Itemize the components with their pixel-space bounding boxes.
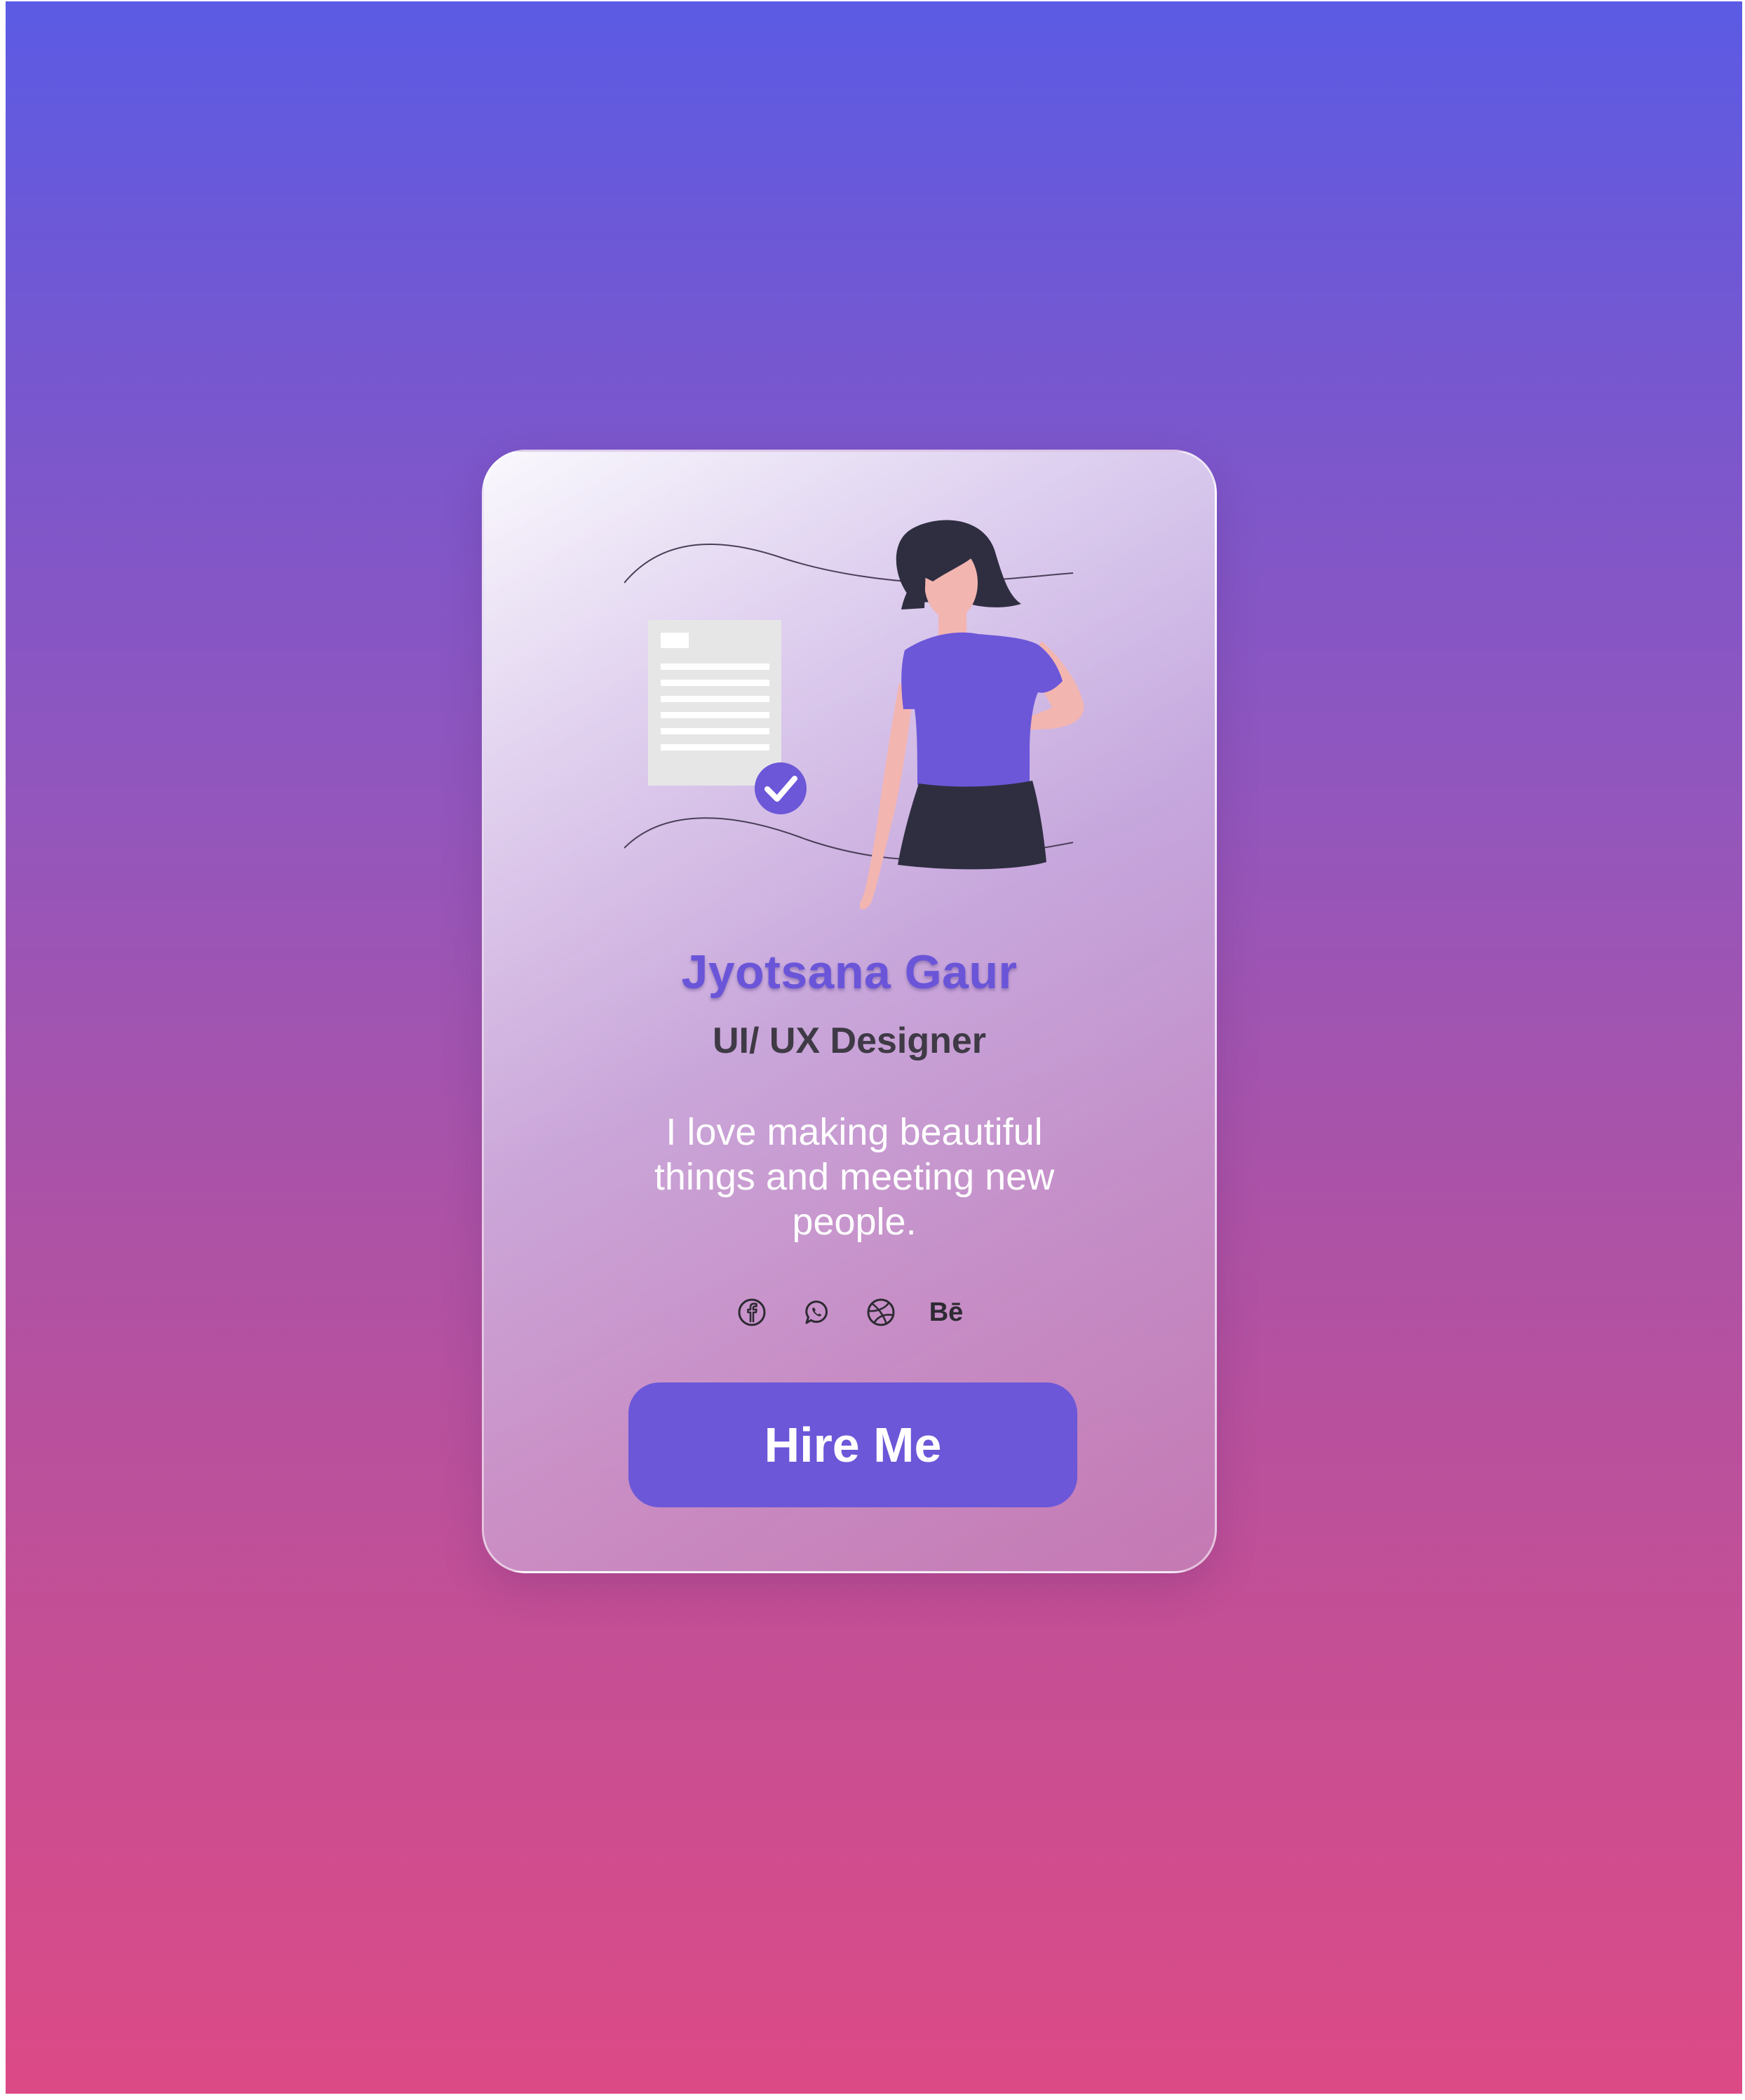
behance-icon[interactable]: Bē [929, 1296, 964, 1328]
facebook-icon[interactable] [736, 1296, 768, 1328]
profile-illustration [624, 520, 1084, 910]
page-background: Jyotsana Gaur UI/ UX Designer I love mak… [6, 1, 1742, 2094]
whatsapp-icon[interactable] [800, 1296, 833, 1328]
profile-card: Jyotsana Gaur UI/ UX Designer I love mak… [482, 450, 1217, 1573]
document-icon [648, 620, 781, 786]
profile-role: UI/ UX Designer [712, 1021, 987, 1061]
dribbble-icon[interactable] [865, 1296, 897, 1328]
social-links: Bē [484, 1296, 1215, 1331]
check-icon [755, 762, 807, 814]
profile-bio: I love making beautiful things and meeti… [654, 1111, 1055, 1243]
woman-figure [859, 520, 1084, 910]
hire-me-button[interactable]: Hire Me [628, 1382, 1077, 1507]
profile-name: Jyotsana Gaur [681, 945, 1018, 999]
